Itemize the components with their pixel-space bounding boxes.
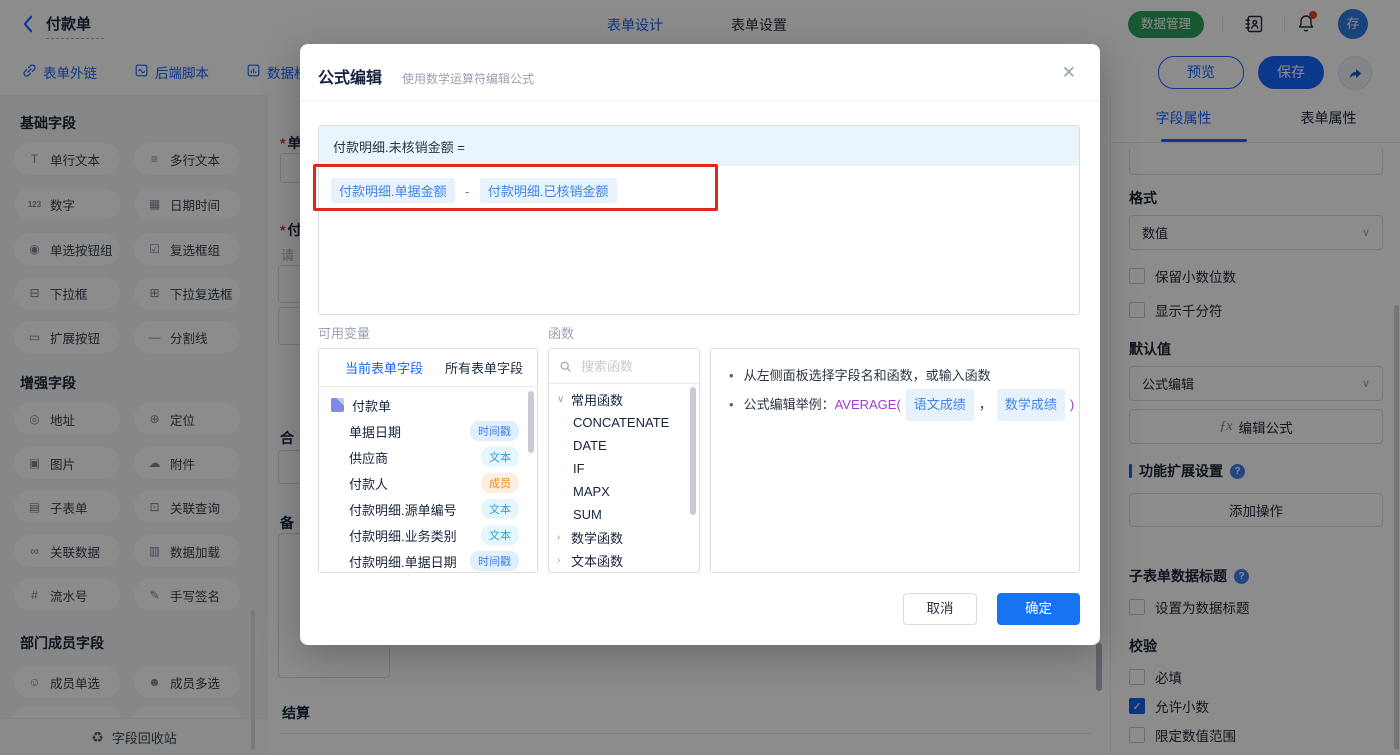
group-math-functions[interactable]: › 数学函数	[549, 526, 699, 549]
dialog-subtitle: 使用数学运算符编辑公式	[402, 72, 535, 86]
variable-row[interactable]: 单据日期 时间戳	[319, 418, 537, 444]
tab-all-form-fields[interactable]: 所有表单字段	[445, 358, 523, 377]
type-badge: 文本	[481, 499, 519, 519]
hint-example-line: • 公式编辑举例： AVERAGE( 语文成绩 ， 数学成绩 )	[729, 389, 1074, 421]
close-icon[interactable]: ✕	[1062, 63, 1076, 83]
variables-panel: 当前表单字段 所有表单字段 付款单 单据日期 时间戳 供应商 文本 付款人 成员…	[318, 348, 538, 573]
formula-target: 付款明细.未核销金额 =	[319, 126, 1079, 166]
scrollbar[interactable]	[690, 387, 696, 515]
group-text-functions[interactable]: › 文本函数	[549, 549, 699, 572]
variables-label: 可用变量	[318, 326, 371, 341]
type-badge: 时间戳	[470, 551, 519, 571]
type-badge: 时间戳	[470, 421, 519, 441]
field-chip: 付款明细.已核销金额	[479, 178, 617, 203]
formula-expression-area[interactable]: 付款明细.单据金额 - 付款明细.已核销金额	[319, 166, 1079, 215]
function-item[interactable]: IF	[549, 457, 699, 480]
minus-operator: -	[465, 184, 470, 199]
type-badge: 文本	[481, 447, 519, 467]
dialog-title: 公式编辑	[318, 70, 383, 87]
chevron-right-icon: ›	[557, 532, 561, 543]
field-chip: 数学成绩	[996, 389, 1065, 421]
function-item[interactable]: MAPX	[549, 480, 699, 503]
variable-row[interactable]: 供应商 文本	[319, 444, 537, 470]
type-badge: 文本	[481, 525, 519, 545]
functions-tree: ∨ 常用函数 CONCATENATE DATE IF MAPX SUM › 数学…	[549, 384, 699, 572]
field-chip: 语文成绩	[905, 389, 974, 421]
variable-row[interactable]: 付款明细.源单编号 文本	[319, 496, 537, 522]
formula-editor: 付款明细.未核销金额 = 付款明细.单据金额 - 付款明细.已核销金额	[318, 125, 1080, 315]
chevron-right-icon: ›	[557, 555, 561, 566]
form-doc-icon	[331, 398, 344, 412]
cancel-button[interactable]: 取消	[903, 593, 977, 625]
variable-row[interactable]: 付款明细.单据日期 时间戳	[319, 548, 537, 572]
form-root-node[interactable]: 付款单	[319, 392, 537, 418]
confirm-button[interactable]: 确定	[997, 593, 1080, 625]
function-search	[549, 349, 699, 384]
functions-label: 函数	[548, 326, 575, 341]
search-icon	[560, 361, 571, 372]
header-divider	[300, 100, 1100, 101]
variables-tree: 付款单 单据日期 时间戳 供应商 文本 付款人 成员 付款明细.源单编号 文本	[319, 387, 537, 572]
variable-row[interactable]: 付款明细.业务类别 文本	[319, 522, 537, 548]
hints-panel: • 从左侧面板选择字段名和函数，或输入函数 • 公式编辑举例： AVERAGE(…	[710, 348, 1080, 573]
formula-edit-dialog: 公式编辑 使用数学运算符编辑公式 ✕ 付款明细.未核销金额 = 付款明细.单据金…	[300, 44, 1100, 645]
scrollbar[interactable]	[528, 391, 534, 453]
search-input[interactable]	[579, 357, 683, 375]
tab-current-form-fields[interactable]: 当前表单字段	[345, 358, 423, 377]
group-common-functions[interactable]: ∨ 常用函数	[549, 388, 699, 411]
function-item[interactable]: CONCATENATE	[549, 411, 699, 434]
function-item[interactable]: DATE	[549, 434, 699, 457]
field-chip: 付款明细.单据金额	[331, 178, 455, 203]
function-item[interactable]: SUM	[549, 503, 699, 526]
close-paren: )	[1069, 397, 1075, 412]
variable-row[interactable]: 付款人 成员	[319, 470, 537, 496]
app-screen: 付款单 表单设计 表单设置 数据管理 存 表单外链 后端脚本 数据权 预览 保存…	[0, 0, 1400, 755]
functions-panel: ∨ 常用函数 CONCATENATE DATE IF MAPX SUM › 数学…	[548, 348, 700, 573]
type-badge: 成员	[481, 473, 519, 493]
function-name: AVERAGE(	[834, 397, 901, 412]
hint-line: • 从左侧面板选择字段名和函数，或输入函数	[729, 368, 991, 383]
chevron-down-icon: ∨	[557, 394, 565, 405]
variables-tabs: 当前表单字段 所有表单字段	[319, 349, 537, 387]
